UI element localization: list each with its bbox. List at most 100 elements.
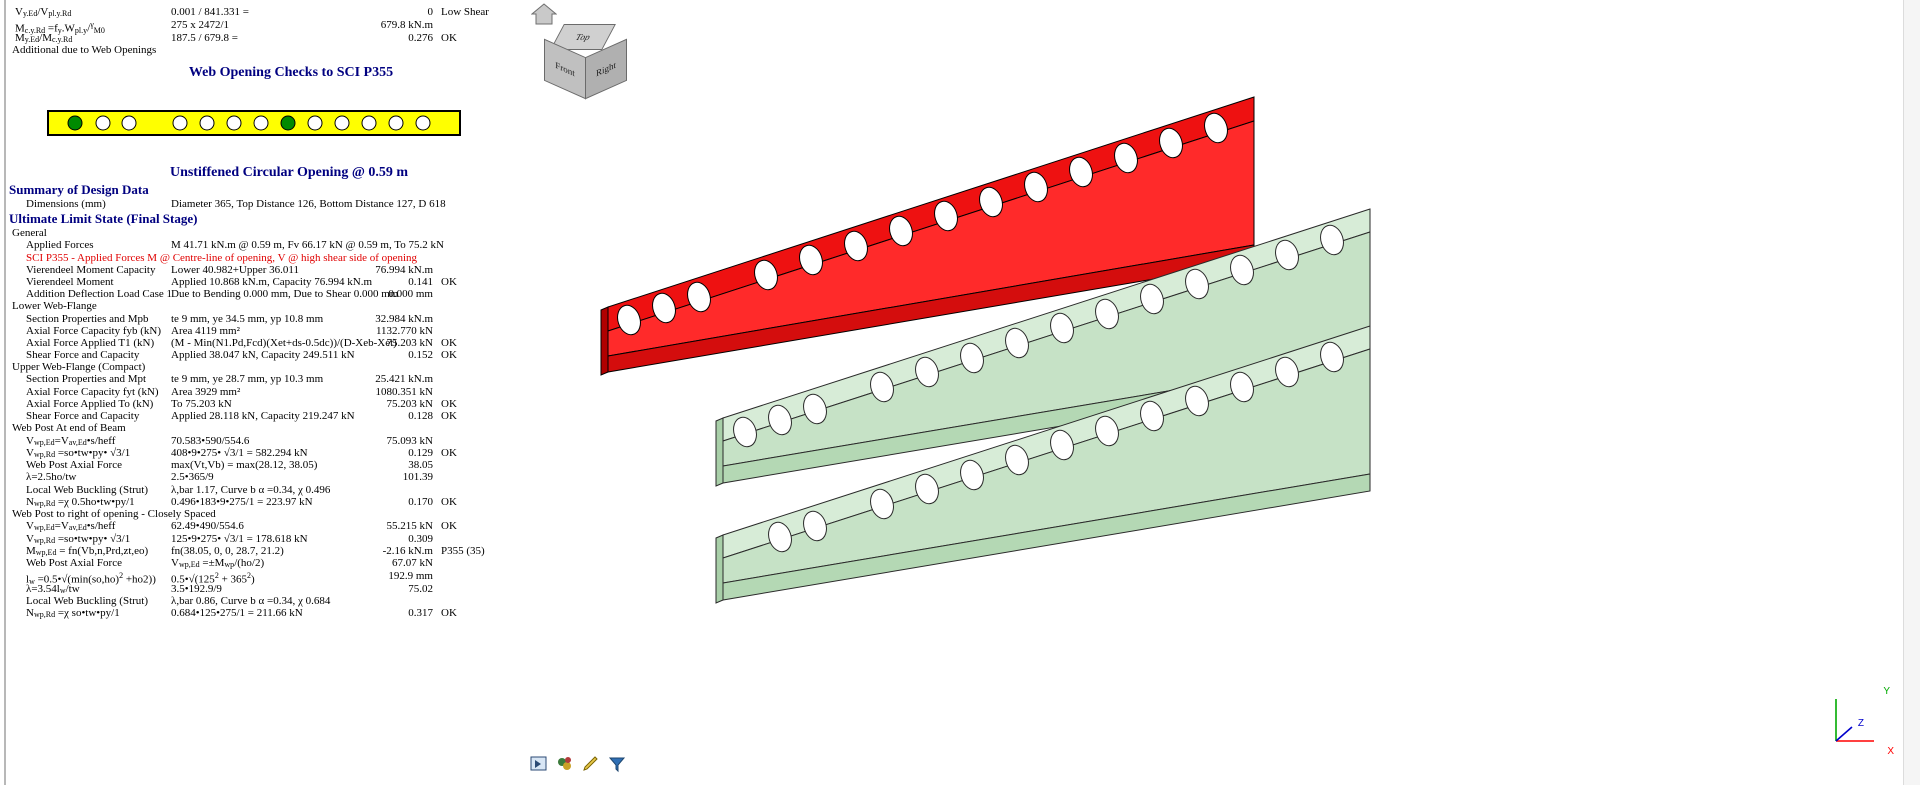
row-label: Web Post Axial Force (26, 459, 122, 471)
group-label: Web Post to right of opening - Closely S… (12, 508, 216, 520)
row-formula: 0.001 / 841.331 = (171, 6, 250, 18)
opening-marker[interactable] (253, 115, 269, 131)
axis-triad-widget (1835, 699, 1874, 742)
row-label: Section Properties and Mpt (26, 373, 147, 385)
row-formula: λ,bar 0.86, Curve b α =0.34, χ 0.684 (171, 595, 331, 607)
filter-tool-icon[interactable] (607, 754, 627, 774)
row-formula: 62.49•490/554.6 (171, 520, 244, 532)
row-value: 32.984 kN.m (375, 313, 433, 325)
row-value: 75.02 (408, 583, 433, 595)
row-formula: 0.496•183•9•275/1 = 223.97 kN (171, 496, 313, 508)
opening-marker[interactable] (415, 115, 431, 131)
row-formula: Lower 40.982+Upper 36.011 (171, 264, 299, 276)
opening-marker[interactable] (307, 115, 323, 131)
report-left-rule (4, 0, 6, 785)
row-formula: To 75.203 kN (171, 398, 232, 410)
row-label: Section Properties and Mpb (26, 313, 149, 325)
row-formula: M 41.71 kN.m @ 0.59 m, Fv 66.17 kN @ 0.5… (171, 239, 444, 251)
viewport-scrollbar[interactable] (1903, 0, 1920, 785)
row-status: OK (441, 520, 457, 532)
row-label: Addition Deflection Load Case 1 (26, 288, 173, 300)
row-value: 0.152 (408, 349, 433, 361)
row-value: 0 (427, 6, 434, 18)
beams-3d-scene[interactable] (519, 0, 1920, 785)
row-value: 75.203 kN (386, 337, 433, 349)
row-value: 0.170 (408, 496, 433, 508)
row-value: 0.128 (408, 410, 433, 422)
row-status: OK (441, 410, 457, 422)
row-value: 75.093 kN (386, 435, 433, 447)
row-label: Vierendeel Moment (26, 276, 114, 288)
group-label: Upper Web-Flange (Compact) (12, 361, 146, 373)
row-status: OK (441, 32, 457, 44)
row-label: Web Post Axial Force (26, 557, 122, 569)
row-formula: 275 x 2472/1 (171, 19, 230, 31)
opening-marker[interactable] (67, 115, 83, 131)
section-summary-of-design-data: Summary of Design Data (9, 182, 149, 197)
section-ultimate-limit-state: Ultimate Limit State (Final Stage) (9, 211, 198, 226)
row-value: 25.421 kN.m (375, 373, 433, 385)
row-label: Local Web Buckling (Strut) (26, 484, 149, 496)
row-formula: fn(38.05, 0, 0, 28.7, 21.2) (171, 545, 284, 557)
report-content: Vy.Ed/Vpl.y.Rd 0.001 / 841.331 = 0 Low S… (1, 0, 601, 785)
row-value: 192.9 mm (388, 570, 433, 582)
row-formula: 187.5 / 679.8 = (171, 32, 239, 44)
opening-marker[interactable] (226, 115, 242, 131)
group-label: Lower Web-Flange (12, 300, 97, 312)
row-label: Applied Forces (26, 239, 94, 251)
row-label: SCI P355 - Applied Forces M @ Centre-lin… (26, 252, 418, 264)
row-formula: 408•9•275• √3/1 = 582.294 kN (171, 447, 308, 459)
row-value: 1132.770 kN (375, 325, 433, 337)
select-tool-icon[interactable] (529, 754, 549, 774)
additional-note: Additional due to Web Openings (12, 44, 157, 56)
row-status: P355 (35) (441, 545, 485, 557)
row-formula: 70.583•590/554.6 (171, 435, 250, 447)
opening-marker[interactable] (388, 115, 404, 131)
page-title: Web Opening Checks to SCI P355 (188, 65, 394, 80)
row-label: Shear Force and Capacity (26, 410, 140, 422)
render-tool-icon[interactable] (555, 754, 575, 774)
model-viewport[interactable]: Top Front Right Y X Z (519, 0, 1920, 785)
row-value: 679.8 kN.m (380, 19, 433, 31)
axis-label-y: Y (1883, 686, 1890, 697)
row-status: OK (441, 349, 457, 361)
row-label: λ=2.5ho/tw (26, 471, 77, 483)
opening-marker[interactable] (95, 115, 111, 131)
row-status: OK (441, 398, 457, 410)
row-value: 67.07 kN (392, 557, 433, 569)
application-window: Vy.Ed/Vpl.y.Rd 0.001 / 841.331 = 0 Low S… (0, 0, 1920, 785)
group-label: Web Post At end of Beam (12, 422, 126, 434)
row-value: 0.141 (408, 276, 433, 288)
row-formula: 0.684•125•275/1 = 211.66 kN (171, 607, 303, 619)
opening-marker[interactable] (361, 115, 377, 131)
row-label: Vierendeel Moment Capacity (26, 264, 156, 276)
row-value: 0.317 (408, 607, 433, 619)
opening-marker[interactable] (334, 115, 350, 131)
row-label: Axial Force Applied T1 (kN) (26, 337, 155, 349)
row-formula: 125•9•275• √3/1 = 178.618 kN (171, 533, 308, 545)
row-value: 0.309 (408, 533, 433, 545)
row-formula: Diameter 365, Top Distance 126, Bottom D… (171, 198, 446, 210)
opening-marker-selected[interactable] (280, 115, 296, 131)
row-value: -2.16 kN.m (382, 545, 433, 557)
group-label: General (12, 227, 47, 239)
viewport-toolbar[interactable] (529, 751, 627, 777)
row-label: Shear Force and Capacity (26, 349, 140, 361)
row-label: Local Web Buckling (Strut) (26, 595, 149, 607)
opening-marker[interactable] (172, 115, 188, 131)
row-label: Axial Force Capacity fyt (kN) (26, 386, 159, 398)
row-status: OK (441, 447, 457, 459)
row-status: OK (441, 337, 457, 349)
row-label: Axial Force Applied To (kN) (26, 398, 154, 410)
row-value: 55.215 kN (386, 520, 433, 532)
opening-marker[interactable] (121, 115, 137, 131)
row-formula: max(Vt,Vb) = max(28.12, 38.05) (171, 459, 318, 471)
row-value: 0.276 (408, 32, 433, 44)
row-value: 101.39 (402, 471, 433, 483)
beam-opening-map[interactable] (47, 110, 461, 136)
row-formula: 3.5•192.9/9 (171, 583, 222, 595)
highlight-tool-icon[interactable] (581, 754, 601, 774)
opening-marker[interactable] (199, 115, 215, 131)
axis-label-x: X (1887, 746, 1894, 757)
row-status: OK (441, 607, 457, 619)
